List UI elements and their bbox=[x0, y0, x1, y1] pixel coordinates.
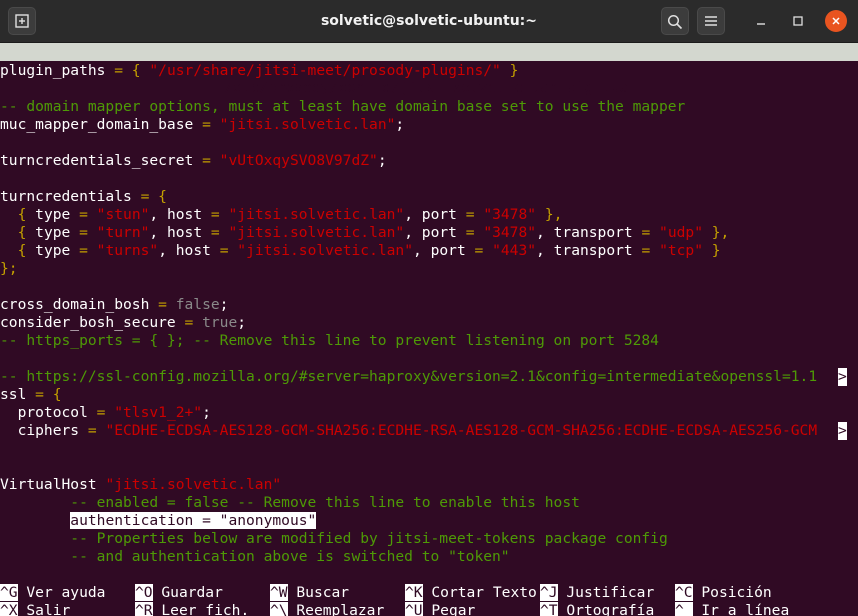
code-line: turncredentials_secret = "vUtOxqySVO8V97… bbox=[0, 152, 387, 169]
code-line: ssl = { bbox=[0, 386, 62, 403]
code-line: consider_bosh_secure = true; bbox=[0, 314, 247, 331]
shortcut-save: ^O Guardar bbox=[135, 584, 223, 601]
code-line: { type = "stun", host = "jitsi.solvetic.… bbox=[0, 206, 563, 223]
shortcut-goto-line: ^_ Ir a línea bbox=[675, 602, 789, 616]
close-button[interactable] bbox=[825, 10, 847, 32]
terminal-window: solvetic@solvetic-ubuntu:~ GNU nano 4.8 … bbox=[0, 0, 858, 616]
code-line: }; bbox=[0, 260, 18, 277]
line-overflow-marker: > bbox=[838, 368, 847, 386]
code-line: { type = "turn", host = "jitsi.solvetic.… bbox=[0, 224, 730, 241]
minimize-button[interactable] bbox=[750, 10, 772, 32]
code-line: plugin_paths = { "/usr/share/jitsi-meet/… bbox=[0, 62, 519, 79]
hamburger-icon bbox=[705, 16, 717, 26]
code-comment: -- domain mapper options, must at least … bbox=[0, 98, 686, 115]
shortcut-position: ^C Posición bbox=[675, 584, 772, 601]
minimize-icon bbox=[757, 23, 765, 25]
file-path: /etc/prosody/conf.d/jitsi.solvetic.lan.c… bbox=[224, 79, 629, 96]
code-comment: -- https_ports = { }; -- Remove this lin… bbox=[0, 332, 659, 349]
nano-header-bar: GNU nano 4.8 /etc/prosody/conf.d/jitsi.s… bbox=[0, 43, 858, 96]
menu-button[interactable] bbox=[697, 7, 725, 35]
code-comment: -- enabled = false -- Remove this line t… bbox=[0, 494, 580, 511]
shortcut-help: ^G Ver ayuda bbox=[0, 584, 106, 601]
search-button[interactable] bbox=[661, 7, 689, 35]
title-bar: solvetic@solvetic-ubuntu:~ bbox=[0, 0, 858, 43]
shortcut-exit: ^X Salir bbox=[0, 602, 70, 616]
code-line: muc_mapper_domain_base = "jitsi.solvetic… bbox=[0, 116, 405, 133]
code-line: cross_domain_bosh = false; bbox=[0, 296, 229, 313]
shortcut-replace: ^\ Reemplazar bbox=[270, 602, 384, 616]
code-line: { type = "turns", host = "jitsi.solvetic… bbox=[0, 242, 721, 259]
line-overflow-marker: > bbox=[838, 422, 847, 440]
shortcut-justify: ^J Justificar bbox=[540, 584, 655, 601]
code-comment: -- Properties below are modified by jits… bbox=[0, 530, 668, 547]
maximize-icon bbox=[793, 16, 803, 26]
shortcut-search: ^W Buscar bbox=[270, 584, 350, 601]
shortcut-paste: ^U Pegar bbox=[405, 602, 475, 616]
selected-text: authentication = "anonymous" bbox=[70, 512, 317, 529]
code-line: VirtualHost "jitsi.solvetic.lan" bbox=[0, 476, 282, 493]
shortcut-spell: ^T Ortografía bbox=[540, 602, 654, 616]
maximize-button[interactable] bbox=[787, 10, 809, 32]
code-comment: -- and authentication above is switched … bbox=[0, 548, 510, 565]
close-icon bbox=[832, 17, 840, 25]
shortcut-read-file: ^R Leer fich. bbox=[135, 602, 249, 616]
shortcut-cut: ^K Cortar Texto bbox=[405, 584, 537, 601]
terminal-area[interactable]: GNU nano 4.8 /etc/prosody/conf.d/jitsi.s… bbox=[0, 43, 858, 616]
code-comment: -- https://ssl-config.mozilla.org/#serve… bbox=[0, 368, 818, 385]
code-line: turncredentials = { bbox=[0, 188, 167, 205]
code-line: protocol = "tlsv1_2+"; bbox=[0, 404, 211, 421]
search-icon bbox=[667, 14, 683, 30]
window-title: solvetic@solvetic-ubuntu:~ bbox=[320, 13, 538, 29]
code-line: authentication = "anonymous" bbox=[0, 512, 317, 530]
code-line: ciphers = "ECDHE-ECDSA-AES128-GCM-SHA256… bbox=[0, 422, 818, 439]
